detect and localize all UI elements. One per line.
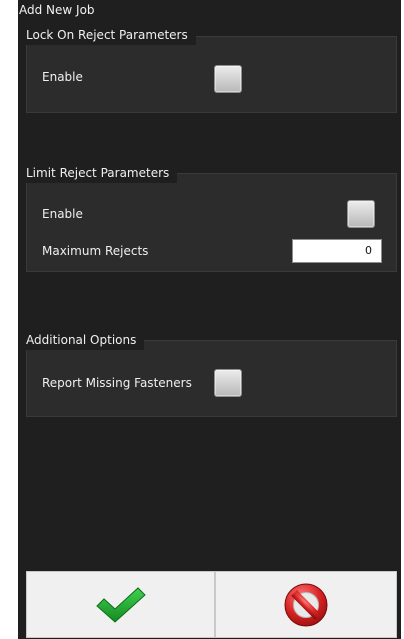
- maximum-rejects-input[interactable]: 0: [292, 239, 382, 263]
- report-missing-fasteners-checkbox[interactable]: [214, 369, 242, 397]
- checkmark-icon: [95, 586, 146, 623]
- lock-on-reject-title: Lock On Reject Parameters: [26, 25, 196, 45]
- cancel-button[interactable]: [215, 571, 397, 638]
- additional-options-title: Additional Options: [26, 330, 145, 350]
- maximum-rejects-label: Maximum Rejects: [42, 244, 149, 258]
- report-missing-fasteners-label: Report Missing Fasteners: [42, 376, 192, 390]
- confirm-button[interactable]: [26, 571, 215, 638]
- lock-on-reject-enable-label: Enable: [42, 70, 83, 84]
- lock-on-reject-enable-checkbox[interactable]: [214, 65, 242, 93]
- additional-options-group: Report Missing Fasteners: [26, 340, 397, 417]
- window-title: Add New Job: [19, 3, 95, 17]
- lock-on-reject-group: Enable: [26, 36, 397, 113]
- limit-reject-title: Limit Reject Parameters: [26, 163, 178, 183]
- dialog-panel: Add New Job Enable Lock On Reject Parame…: [18, 0, 401, 639]
- limit-reject-group: Enable Maximum Rejects 0: [26, 173, 397, 272]
- action-bar: [26, 571, 397, 638]
- limit-reject-enable-checkbox[interactable]: [347, 200, 375, 228]
- add-new-job-window: Add New Job Enable Lock On Reject Parame…: [0, 0, 404, 639]
- limit-reject-enable-label: Enable: [42, 207, 83, 221]
- no-entry-icon: [284, 583, 328, 626]
